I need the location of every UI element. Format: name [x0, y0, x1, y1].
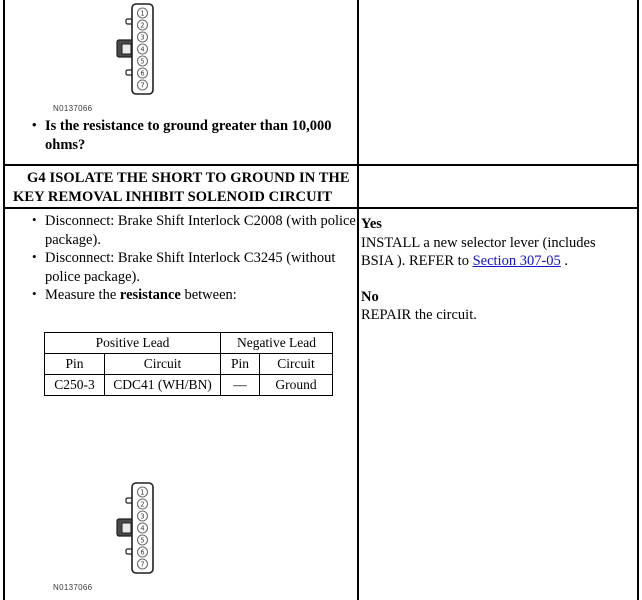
- table-row: C250-3 CDC41 (WH/BN) — Ground: [44, 374, 333, 396]
- bullet-text: Disconnect: Brake Shift Interlock C2008 …: [45, 213, 356, 248]
- measurement-table: Positive Lead Negative Lead Pin Circuit …: [44, 332, 333, 396]
- list-item: Is the resistance to ground greater than…: [25, 116, 355, 154]
- cell-positive-circuit: CDC41 (WH/BN): [104, 374, 221, 396]
- group-header-positive-lead: Positive Lead: [44, 332, 221, 354]
- bullet-text-tail: between:: [180, 287, 237, 303]
- results-cell: Yes INSTALL a new selector lever (includ…: [359, 209, 637, 600]
- cell-positive-pin: C250-3: [44, 374, 105, 396]
- group-header-negative-lead: Negative Lead: [220, 332, 333, 354]
- step-body-cell: Disconnect: Brake Shift Interlock C2008 …: [5, 209, 357, 600]
- table-row-group-headers: Positive Lead Negative Lead: [44, 332, 333, 354]
- bullet-text: Measure the: [45, 287, 120, 303]
- question-bullet-list: Is the resistance to ground greater than…: [25, 116, 355, 154]
- list-item: Disconnect: Brake Shift Interlock C3245 …: [25, 248, 360, 286]
- svg-text:6: 6: [140, 548, 144, 556]
- column-header-negative-pin: Pin: [220, 353, 260, 375]
- svg-text:5: 5: [140, 536, 144, 544]
- result-yes-text: INSTALL a new selector lever (includes B…: [361, 234, 631, 271]
- column-header-negative-circuit: Circuit: [259, 353, 333, 375]
- diagnostic-test-page: 1 2 3 4 5 6 7 N0137066 Is the resistance…: [0, 0, 642, 600]
- connector-reference-label-top: N0137066: [53, 104, 93, 113]
- step-header-line-2: KEY REMOVAL INHIBIT SOLENOID CIRCUIT: [13, 189, 333, 205]
- connector-svg: 1 2 3 4 5 6 7: [116, 3, 154, 95]
- connector-diagram-top: 1 2 3 4 5 6 7: [105, 2, 195, 107]
- question-answer-cell: [359, 0, 637, 164]
- section-307-05-link[interactable]: Section 307-05: [473, 253, 561, 269]
- svg-text:2: 2: [140, 500, 144, 508]
- svg-text:1: 1: [140, 488, 144, 496]
- connector-diagram-bottom: 1 2 3 4 5 6 7: [105, 481, 195, 586]
- bullet-text: Disconnect: Brake Shift Interlock C3245 …: [45, 250, 336, 285]
- svg-text:6: 6: [140, 69, 144, 77]
- svg-text:5: 5: [140, 57, 144, 65]
- question-cell: 1 2 3 4 5 6 7 N0137066 Is the resistance…: [5, 0, 357, 164]
- table-border-right: [637, 0, 639, 600]
- column-header-positive-pin: Pin: [44, 353, 105, 375]
- svg-text:2: 2: [140, 21, 144, 29]
- step-header-line-1: G4 ISOLATE THE SHORT TO GROUND IN THE: [27, 170, 350, 186]
- svg-text:4: 4: [140, 524, 144, 532]
- svg-text:7: 7: [140, 560, 144, 568]
- svg-text:7: 7: [140, 81, 144, 89]
- result-yes-label: Yes: [361, 216, 382, 232]
- result-no-label: No: [361, 288, 379, 305]
- result-no-text: REPAIR the circuit.: [361, 307, 477, 323]
- result-yes-block: Yes INSTALL a new selector lever (includ…: [361, 215, 631, 271]
- connector-reference-label-bottom: N0137066: [53, 583, 93, 592]
- svg-text:4: 4: [140, 45, 144, 53]
- list-item: Measure the resistance between:: [25, 285, 360, 305]
- table-row-column-headers: Pin Circuit Pin Circuit: [44, 353, 333, 375]
- cell-negative-circuit: Ground: [259, 374, 333, 396]
- bullet-emphasis: resistance: [119, 287, 181, 303]
- results-spacer: [361, 271, 631, 288]
- step-header-text: G4 ISOLATE THE SHORT TO GROUND IN THE KE…: [13, 169, 351, 207]
- svg-text:1: 1: [140, 9, 144, 17]
- step-header-cell: G4 ISOLATE THE SHORT TO GROUND IN THE KE…: [5, 166, 357, 207]
- cell-negative-pin: —: [220, 374, 260, 396]
- svg-text:3: 3: [140, 33, 144, 41]
- list-item: Disconnect: Brake Shift Interlock C2008 …: [25, 211, 360, 249]
- step-bullet-list: Disconnect: Brake Shift Interlock C2008 …: [25, 211, 360, 305]
- result-no-block: No REPAIR the circuit.: [361, 288, 631, 325]
- svg-text:3: 3: [140, 512, 144, 520]
- result-yes-text-after: .: [560, 253, 569, 269]
- step-header-right-cell: [359, 166, 637, 207]
- column-header-positive-circuit: Circuit: [104, 353, 221, 375]
- connector-svg: 1 2 3 4 5 6 7: [116, 482, 154, 574]
